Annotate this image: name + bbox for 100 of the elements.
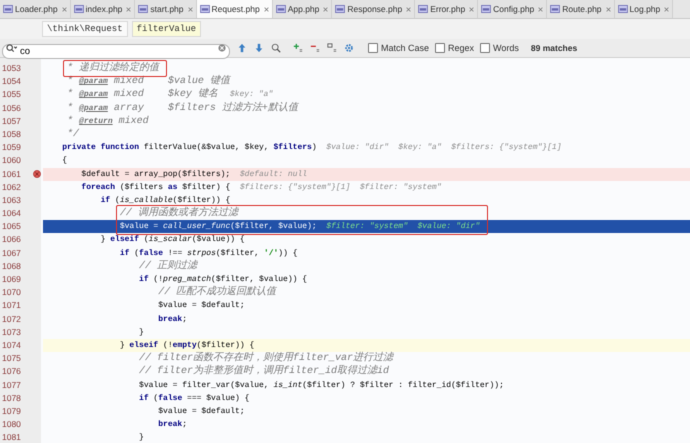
php-file-icon — [138, 5, 148, 13]
line-number: 1074 — [1, 338, 22, 352]
line-number: 1066 — [1, 233, 22, 246]
breakpoint-icon[interactable] — [33, 170, 41, 178]
php-file-icon — [481, 5, 492, 13]
code-text: break; — [157, 419, 188, 432]
code-text: break; — [157, 314, 188, 326]
line-number: 1073 — [1, 326, 22, 339]
close-icon[interactable] — [323, 6, 328, 12]
close-icon[interactable] — [188, 6, 192, 12]
close-icon[interactable] — [606, 6, 611, 12]
file-tab[interactable]: App.php — [272, 0, 332, 18]
line-number: 1056 — [1, 102, 22, 115]
file-tab[interactable]: start.php — [135, 0, 196, 18]
line-number: 1077 — [1, 378, 22, 392]
code-text: * @param mixed $key 键名 $key: "a" — [66, 88, 274, 102]
close-icon[interactable] — [538, 6, 544, 12]
add-selection-icon[interactable] — [293, 43, 303, 53]
php-file-icon — [74, 5, 84, 13]
find-icon[interactable] — [271, 43, 281, 53]
code-text: $value = filter_var($value, is_int($filter) ? $filter : filter_id($filter)); — [138, 380, 505, 392]
code-text: } elseif (!empty($filter)) { — [43, 338, 690, 352]
search-icon[interactable] — [6, 44, 17, 52]
code-text: $value = call_user_func($filter, $value); $filter: "system" $value: "dir" — [43, 220, 690, 234]
line-number: 1063 — [1, 194, 22, 207]
line-number: 1059 — [1, 141, 22, 154]
tab-label: Request.php — [212, 4, 260, 14]
php-file-icon — [3, 5, 13, 13]
tab-label: Error.php — [430, 4, 466, 14]
tab-label: App.php — [288, 4, 320, 14]
line-number: 1058 — [1, 128, 22, 141]
checkbox-option[interactable]: Match Case — [368, 43, 430, 53]
tab-label: Log.php — [630, 4, 660, 14]
line-number: 1054 — [1, 75, 22, 88]
close-icon[interactable] — [664, 6, 670, 12]
code-text: if (!preg_match($filter, $value)) { — [138, 274, 308, 286]
line-number: 1070 — [1, 286, 22, 300]
file-tab[interactable]: Loader.php — [0, 0, 71, 18]
clear-icon[interactable] — [218, 44, 226, 52]
file-tab[interactable]: index.php — [70, 0, 136, 18]
line-number: 1064 — [1, 207, 22, 220]
line-number: 1071 — [1, 299, 22, 312]
file-tab[interactable]: Log.php — [614, 0, 674, 18]
line-number: 1068 — [1, 260, 22, 273]
close-icon[interactable] — [264, 6, 269, 12]
file-tab[interactable]: Request.php — [196, 0, 273, 18]
remove-selection-icon[interactable] — [310, 43, 320, 53]
code-text: */ — [66, 128, 80, 142]
file-tab[interactable]: Route.php — [547, 0, 615, 18]
file-tab[interactable]: Error.php — [415, 0, 478, 18]
close-icon[interactable] — [469, 6, 474, 12]
close-icon[interactable] — [126, 6, 132, 12]
php-file-icon — [418, 5, 428, 13]
line-number: 1061 — [1, 168, 22, 180]
line-number: 1079 — [1, 404, 22, 418]
close-icon[interactable] — [406, 6, 412, 12]
breadcrumb[interactable]: \think\Request — [42, 21, 128, 37]
checkbox-option[interactable]: Words — [480, 43, 519, 53]
tab-label: Response.php — [347, 4, 402, 14]
code-text: { — [61, 155, 68, 168]
line-number: 1062 — [1, 180, 22, 194]
php-file-icon — [200, 5, 210, 13]
line-number: 1076 — [1, 365, 22, 378]
code-text: } elseif (is_scalar($value)) { — [100, 234, 246, 246]
code-text: foreach ($filters as $filter) { $filters: {"system"}[1] $filter: "system" — [80, 182, 442, 194]
code-text: * @return mixed — [66, 114, 150, 128]
tab-label: Loader.php — [15, 4, 58, 14]
file-tab[interactable]: Config.php — [478, 0, 548, 18]
code-text: * @param array $filters 过滤方法+默认值 — [66, 102, 300, 115]
close-icon[interactable] — [62, 6, 67, 12]
code-text: } — [138, 326, 145, 339]
line-number: 1057 — [1, 114, 22, 128]
arrow-down-icon[interactable] — [254, 43, 264, 53]
line-number: 1060 — [1, 154, 22, 168]
line-number: 1072 — [1, 312, 22, 326]
tab-label: start.php — [150, 4, 184, 14]
code-text: // filter为非整形值时，调用filter_id取得过滤id — [138, 365, 390, 378]
code-text: $default = array_pop($filters); $default: null — [43, 168, 690, 181]
checkbox-option[interactable]: Regex — [435, 43, 474, 53]
code-text: if (is_callable($filter)) { — [100, 194, 232, 206]
file-tab[interactable]: Response.php — [332, 0, 416, 18]
select-all-icon[interactable] — [327, 43, 337, 53]
breadcrumb[interactable]: filterValue — [132, 21, 202, 37]
line-number: 1053 — [1, 62, 22, 75]
line-number: 1075 — [1, 352, 22, 366]
tab-label: Config.php — [493, 4, 534, 14]
line-number: 1055 — [1, 88, 22, 102]
line-number: 1080 — [1, 418, 22, 432]
search-field[interactable]: co — [2, 44, 230, 58]
code-text: if (false === $value) { — [138, 392, 250, 405]
tab-label: index.php — [86, 4, 122, 14]
settings-icon[interactable] — [344, 43, 354, 53]
code-text: $value = $default; — [157, 300, 246, 312]
arrow-up-icon[interactable] — [237, 43, 247, 53]
code-text: // 正则过滤 — [138, 260, 199, 273]
line-number: 1078 — [1, 392, 22, 405]
code-text: private function filterValue(&$value, $key, $filters) $value: "dir" $key: "a" $filters: {"system"}[1] — [61, 142, 563, 154]
php-file-icon — [335, 5, 346, 13]
code-text: if (false !== strpos($filter, '/')) { — [118, 248, 298, 260]
code-text: } — [138, 432, 145, 443]
